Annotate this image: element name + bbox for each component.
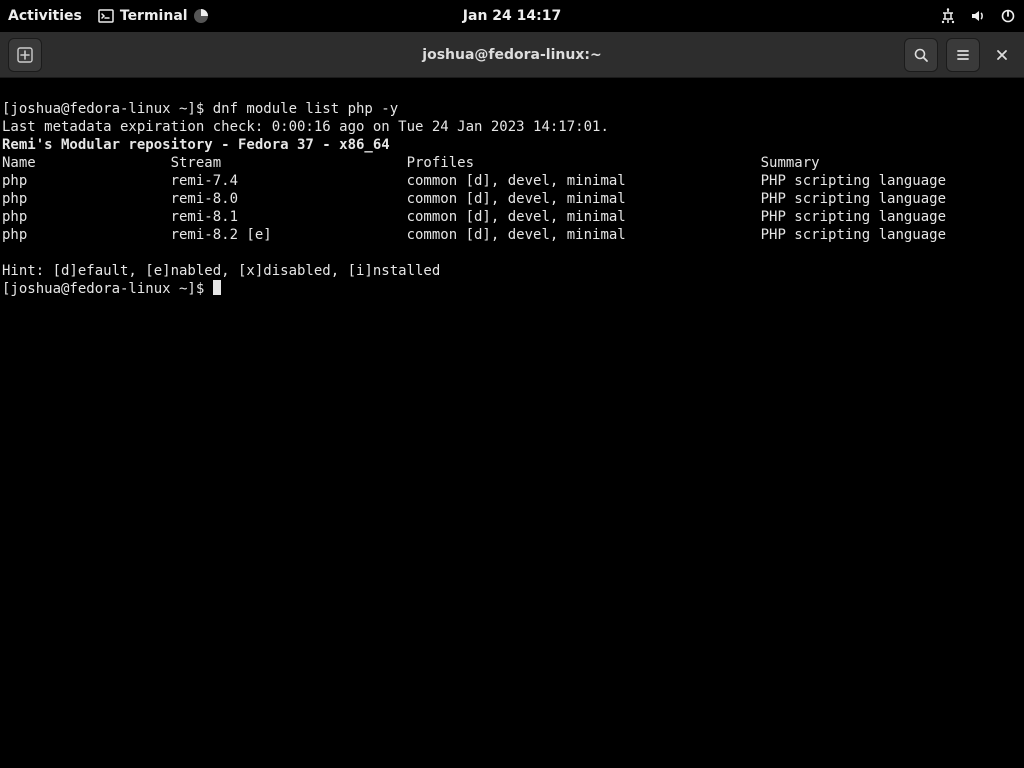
table-row: php remi-8.1 common [d], devel, minimal … xyxy=(2,209,946,225)
app-menu[interactable]: Terminal xyxy=(98,8,208,24)
table-row: php remi-8.2 [e] common [d], devel, mini… xyxy=(2,227,946,243)
hamburger-icon xyxy=(955,47,971,63)
hint-line: Hint: [d]efault, [e]nabled, [x]disabled,… xyxy=(2,263,440,279)
window-title: joshua@fedora-linux:~ xyxy=(422,47,601,63)
clock-label: Jan 24 14:17 xyxy=(463,8,561,24)
table-row: php remi-8.0 common [d], devel, minimal … xyxy=(2,191,946,207)
repo-header: Remi's Modular repository - Fedora 37 - … xyxy=(2,137,390,153)
volume-icon[interactable] xyxy=(970,8,986,24)
activities-label: Activities xyxy=(8,8,82,24)
prompt: [joshua@fedora-linux ~]$ xyxy=(2,281,213,297)
table-row: php remi-7.4 common [d], devel, minimal … xyxy=(2,173,946,189)
plus-icon xyxy=(17,47,33,63)
window-headerbar: joshua@fedora-linux:~ xyxy=(0,32,1024,78)
metadata-line: Last metadata expiration check: 0:00:16 … xyxy=(2,119,609,135)
entered-command: dnf module list php -y xyxy=(213,101,398,117)
terminal-app-icon xyxy=(98,8,114,24)
prompt-line-1: [joshua@fedora-linux ~]$ dnf module list… xyxy=(2,101,398,117)
terminal-viewport[interactable]: [joshua@fedora-linux ~]$ dnf module list… xyxy=(0,78,1024,768)
close-window-button[interactable] xyxy=(988,41,1016,69)
hamburger-menu-button[interactable] xyxy=(946,38,980,72)
search-icon xyxy=(913,47,929,63)
clock[interactable]: Jan 24 14:17 xyxy=(463,8,561,24)
gnome-topbar: Activities Terminal Jan 24 14:17 xyxy=(0,0,1024,32)
column-header-row: Name Stream Profiles Summary xyxy=(2,155,820,171)
search-button[interactable] xyxy=(904,38,938,72)
power-icon[interactable] xyxy=(1000,8,1016,24)
cursor xyxy=(213,280,221,295)
blank-line xyxy=(2,245,10,261)
new-tab-button[interactable] xyxy=(8,38,42,72)
close-icon xyxy=(996,49,1008,61)
network-icon[interactable] xyxy=(940,8,956,24)
prompt: [joshua@fedora-linux ~]$ xyxy=(2,101,213,117)
app-menu-label: Terminal xyxy=(120,8,188,24)
app-busy-spinner-icon xyxy=(194,9,208,23)
prompt-line-2: [joshua@fedora-linux ~]$ xyxy=(2,281,221,297)
activities-button[interactable]: Activities xyxy=(8,8,82,24)
